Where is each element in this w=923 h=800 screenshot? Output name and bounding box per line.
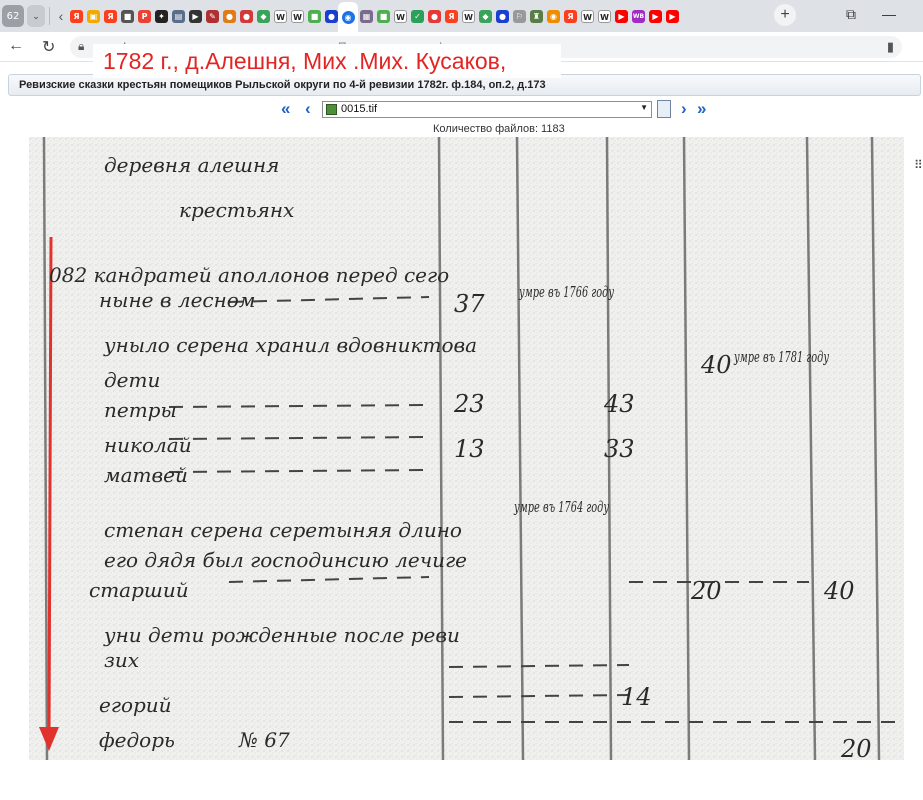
orange-icon[interactable]: ●	[223, 9, 236, 23]
back-arrow-icon[interactable]: ←	[8, 37, 24, 55]
file-count: Количество файлов: 1183	[433, 123, 565, 135]
manuscript-line: степан серена серетыняя длино	[104, 518, 462, 542]
manuscript-number: 23	[453, 390, 485, 418]
wikipedia-icon[interactable]: W	[462, 9, 475, 23]
yandex-icon[interactable]: Я	[70, 9, 83, 23]
manuscript-line: николай	[104, 433, 192, 457]
crossed-icon[interactable]: ⚐	[513, 9, 526, 23]
manuscript-line: старший	[89, 578, 189, 602]
manuscript-line: дети	[104, 368, 160, 392]
youtube-icon[interactable]: ▶	[666, 9, 679, 23]
manuscript-note: умре въ 1781 году	[733, 348, 829, 366]
youtube-icon[interactable]: ▶	[615, 9, 628, 23]
youtube-icon[interactable]: ▶	[649, 9, 662, 23]
manuscript-line: № 67	[238, 728, 290, 752]
file-navigation: « ‹ 0015.tif ▼ › »	[0, 99, 923, 121]
manuscript-note: умре въ 1766 году	[518, 283, 614, 301]
green-square-icon[interactable]: ■	[377, 9, 390, 23]
previous-file-icon[interactable]: ‹	[305, 99, 311, 119]
red-icon[interactable]: ●	[240, 9, 253, 23]
manuscript-number: 40	[700, 351, 732, 379]
manuscript-number: 13	[454, 435, 485, 463]
manuscript-line: зих	[104, 648, 139, 672]
blue-circle-icon[interactable]: ●	[496, 9, 509, 23]
manuscript-number: 37	[454, 290, 485, 318]
wikipedia-icon[interactable]: W	[291, 9, 304, 23]
tab-list-chevron-icon[interactable]: ⌄	[27, 5, 45, 27]
manuscript-number: 20	[840, 735, 872, 760]
compass-icon[interactable]: ✦	[155, 9, 168, 23]
tab-scroll-left-icon[interactable]: ‹	[54, 8, 68, 24]
file-list-icon[interactable]	[657, 100, 671, 118]
active-tab-favicon-icon: ◉	[341, 10, 355, 24]
video-icon[interactable]: ▶	[189, 9, 202, 23]
manuscript-line: уни дети рожденные после реви	[103, 623, 460, 647]
shield-icon[interactable]: ♜	[530, 9, 543, 23]
new-tab-button[interactable]: +	[774, 4, 796, 26]
wikipedia-icon[interactable]: W	[274, 9, 287, 23]
tab-count-badge[interactable]: 62	[2, 5, 24, 27]
manuscript-line: 082 кандратей аполлонов перед сего	[49, 263, 449, 287]
manuscript-number: 40	[823, 577, 855, 605]
active-tab[interactable]: ◉	[338, 2, 358, 32]
manuscript-line: егорий	[99, 693, 172, 717]
last-file-icon[interactable]: »	[697, 99, 706, 119]
manuscript-line: петры	[104, 398, 177, 422]
manuscript-number: 43	[603, 390, 635, 418]
manuscript-number: 33	[604, 435, 635, 463]
orange-icon[interactable]: ◉	[547, 9, 560, 23]
manuscript-line: деревня алешня	[104, 153, 279, 177]
wb-icon[interactable]: WB	[632, 9, 645, 23]
wikipedia-icon[interactable]: W	[581, 9, 594, 23]
pinned-tabs-left: Я ▣ Я ■ P ✦ ▤ ▶ ✎ ● ● ◆ W W ■ ●	[70, 9, 338, 23]
manuscript-note: умре въ 1764 году	[513, 498, 609, 516]
dropdown-arrow-icon[interactable]: ▼	[640, 103, 648, 112]
doc-icon[interactable]: ▣	[87, 9, 100, 23]
bookmark-icon[interactable]: ▮	[887, 39, 894, 55]
manuscript-line: крестьянх	[179, 198, 294, 222]
document-title: Ревизские сказки крестьян помещиков Рыль…	[19, 79, 546, 91]
first-file-icon[interactable]: «	[281, 99, 290, 119]
manuscript-number: 14	[621, 683, 652, 711]
file-select[interactable]: 0015.tif ▼	[322, 101, 652, 118]
tab-search-icon[interactable]: ⧉	[846, 6, 856, 23]
manuscript-line: федорь	[99, 728, 175, 752]
check-icon[interactable]: ✓	[411, 9, 424, 23]
page-content: Ревизские сказки крестьян помещиков Рыль…	[0, 63, 923, 800]
manuscript-line: его дядя был господинсию лечиге	[104, 548, 467, 572]
manuscript-line: уныло серена хранил вдовниктова	[103, 333, 477, 357]
blue-circle-icon[interactable]: ●	[325, 9, 338, 23]
pin-icon[interactable]: ✎	[206, 9, 219, 23]
photo-icon[interactable]: ▦	[360, 9, 373, 23]
save-icon[interactable]: ■	[121, 9, 134, 23]
manuscript-drawing: деревня алешня крестьянх 082 кандратей апо…	[29, 137, 904, 760]
green-diamond-icon[interactable]: ◆	[479, 9, 492, 23]
yandex-icon[interactable]: Я	[104, 9, 117, 23]
yandex-icon[interactable]: Я	[564, 9, 577, 23]
lock-icon: 🔒︎	[78, 39, 85, 53]
manuscript-scan-image[interactable]: деревня алешня крестьянх 082 кандратей апо…	[29, 137, 904, 760]
pinned-tabs-right: ▦ ■ W ✓ ● Я W ◆ ● ⚐ ♜ ◉ Я W W ▶ WB ▶ ▶	[360, 9, 679, 23]
reload-icon[interactable]: ↻	[42, 37, 55, 57]
file-select-value: 0015.tif	[341, 103, 378, 115]
pdf-icon[interactable]: P	[138, 9, 151, 23]
wikipedia-icon[interactable]: W	[598, 9, 611, 23]
manuscript-number: 20	[690, 577, 722, 605]
yandex-icon[interactable]: Я	[445, 9, 458, 23]
next-file-icon[interactable]: ›	[681, 99, 687, 119]
map-pin-icon[interactable]: ●	[428, 9, 441, 23]
green-square-icon[interactable]: ■	[308, 9, 321, 23]
green-diamond-icon[interactable]: ◆	[257, 9, 270, 23]
overlay-caption: 1782 г., д.Алешня, Мих .Мих. Кусаков,	[93, 44, 561, 78]
image-icon[interactable]: ▤	[172, 9, 185, 23]
scroll-indicator-icon: ⠿	[914, 158, 923, 172]
manuscript-line: ныне в лесном	[99, 288, 255, 312]
minimize-icon[interactable]: —	[882, 6, 896, 22]
image-file-icon	[326, 104, 337, 115]
manuscript-line: матвей	[104, 463, 188, 487]
wikipedia-icon[interactable]: W	[394, 9, 407, 23]
